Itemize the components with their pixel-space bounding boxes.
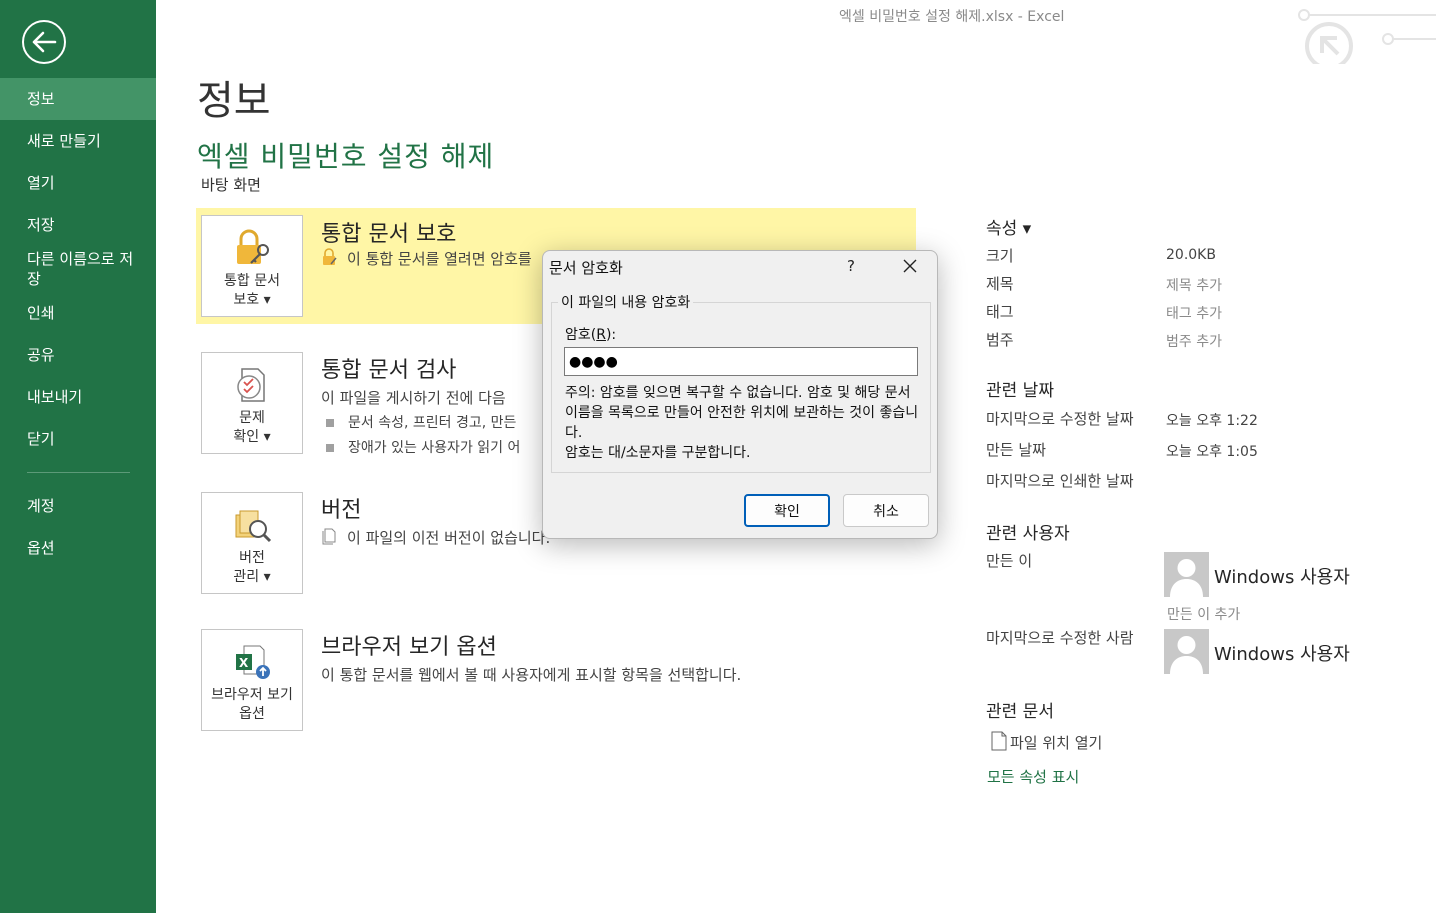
size-value: 20.0KB: [1166, 247, 1216, 263]
svg-text:X: X: [239, 656, 249, 670]
protect-workbook-button[interactable]: 통합 문서 보호 ▾: [201, 215, 303, 317]
encrypt-document-dialog: 문서 암호화 ? 이 파일의 내용 암호화 암호(R): 주의: 암호를 잊으면…: [542, 250, 938, 539]
versions-heading: 버전: [321, 498, 362, 523]
tags-value-field[interactable]: 태그 추가: [1166, 303, 1222, 323]
protect-workbook-heading: 통합 문서 보호: [321, 222, 457, 247]
page-title: 정보: [197, 78, 271, 124]
versions-desc: 이 파일의 이전 버전이 없습니다.: [321, 527, 550, 549]
add-author-field[interactable]: 만든 이 추가: [1167, 604, 1240, 624]
back-arrow-icon[interactable]: [22, 20, 66, 64]
sidebar-item-account[interactable]: 계정: [0, 485, 156, 527]
close-icon[interactable]: [895, 253, 925, 279]
last-printed-label: 마지막으로 인쇄한 날짜: [986, 472, 1134, 490]
document-title: 엑셀 비밀번호 설정 해제: [197, 140, 495, 173]
browser-view-section: X 브라우저 보기 옵션 브라우저 보기 옵션 이 통합 문서를 웹에서 볼 때…: [196, 621, 916, 741]
author-name: Windows 사용자: [1214, 567, 1350, 588]
password-label-accesskey: R: [596, 327, 606, 343]
inspect-bullet-2: 장애가 있는 사용자가 읽기 어: [326, 437, 520, 457]
check-issues-label: 문제 확인 ▾: [233, 410, 271, 445]
password-label: 암호(R):: [565, 324, 616, 344]
password-input[interactable]: [564, 347, 918, 376]
open-file-location-link[interactable]: 파일 위치 열기: [990, 731, 1102, 755]
manage-versions-button[interactable]: 버전 관리 ▾: [201, 492, 303, 594]
sidebar-item-export[interactable]: 내보내기: [0, 376, 156, 418]
manage-versions-label: 버전 관리 ▾: [233, 550, 271, 585]
document-icon: [321, 528, 339, 549]
checklist-icon: [230, 363, 274, 407]
author-label: 만든 이: [986, 552, 1033, 570]
created-label: 만든 날짜: [986, 441, 1046, 459]
sidebar-item-info[interactable]: 정보: [0, 78, 156, 120]
inspect-workbook-desc: 이 파일을 게시하기 전에 다음: [321, 389, 506, 407]
sidebar-item-open[interactable]: 열기: [0, 162, 156, 204]
excel-web-icon: X: [230, 640, 274, 684]
sidebar-item-share[interactable]: 공유: [0, 334, 156, 376]
password-label-suffix: ):: [605, 327, 617, 343]
created-value: 오늘 오후 1:05: [1166, 444, 1258, 460]
last-modified-by-name: Windows 사용자: [1214, 644, 1350, 665]
sidebar-item-save[interactable]: 저장: [0, 204, 156, 246]
lock-key-icon: [230, 226, 274, 270]
related-documents-heading: 관련 문서: [986, 702, 1054, 722]
password-label-prefix: 암호(: [565, 327, 597, 343]
tags-label: 태그: [986, 303, 1014, 321]
small-lock-icon: [321, 248, 339, 270]
sidebar-divider: [27, 472, 130, 473]
check-issues-button[interactable]: 문제 확인 ▾: [201, 352, 303, 454]
last-modified-by-avatar[interactable]: [1164, 629, 1209, 674]
size-label: 크기: [986, 247, 1014, 265]
title-value-field[interactable]: 제목 추가: [1166, 275, 1222, 295]
dialog-title: 문서 암호화: [549, 259, 623, 277]
browser-view-options-label: 브라우저 보기 옵션: [211, 687, 293, 722]
sidebar-item-close[interactable]: 닫기: [0, 418, 156, 460]
inspect-bullet-1: 문서 속성, 프린터 경고, 만든: [326, 412, 516, 432]
sidebar-item-new[interactable]: 새로 만들기: [0, 120, 156, 162]
password-warning-text: 주의: 암호를 잊으면 복구할 수 없습니다. 암호 및 해당 문서 이름을 목…: [565, 385, 919, 461]
ok-button[interactable]: 확인: [744, 494, 830, 527]
backstage-sidebar: 정보 새로 만들기 열기 저장 다른 이름으로 저장 인쇄 공유 내보내기 닫기…: [0, 0, 156, 913]
window-title: 엑셀 비밀번호 설정 해제.xlsx - Excel: [839, 9, 1065, 25]
last-modified-by-label: 마지막으로 수정한 사람: [986, 629, 1134, 647]
category-value-field[interactable]: 범주 추가: [1166, 331, 1222, 351]
sidebar-nav: 정보 새로 만들기 열기 저장 다른 이름으로 저장 인쇄 공유 내보내기 닫기…: [0, 78, 156, 569]
protect-workbook-label: 통합 문서 보호 ▾: [224, 273, 280, 308]
author-avatar[interactable]: [1164, 552, 1209, 597]
cancel-button[interactable]: 취소: [843, 494, 929, 527]
inspect-workbook-heading: 통합 문서 검사: [321, 358, 457, 383]
document-location: 바탕 화면: [201, 176, 261, 194]
title-label: 제목: [986, 275, 1014, 293]
sidebar-item-save-as[interactable]: 다른 이름으로 저장: [0, 246, 156, 292]
protect-workbook-desc-text: 이 통합 문서를 열려면 암호를: [347, 250, 532, 268]
browser-view-options-button[interactable]: X 브라우저 보기 옵션: [201, 629, 303, 731]
versions-desc-text: 이 파일의 이전 버전이 없습니다.: [347, 529, 551, 547]
browser-view-heading: 브라우저 보기 옵션: [321, 635, 497, 660]
help-button[interactable]: ?: [839, 253, 863, 279]
last-modified-label: 마지막으로 수정한 날짜: [986, 410, 1134, 428]
group-label: 이 파일의 내용 암호화: [558, 292, 694, 312]
circuit-decoration-icon: [1296, 6, 1436, 70]
related-dates-heading: 관련 날짜: [986, 381, 1054, 401]
show-all-properties-link[interactable]: 모든 속성 표시: [987, 766, 1079, 787]
open-file-location-text: 파일 위치 열기: [1010, 734, 1103, 752]
category-label: 범주: [986, 331, 1014, 349]
last-modified-value: 오늘 오후 1:22: [1166, 413, 1258, 429]
sidebar-item-options[interactable]: 옵션: [0, 527, 156, 569]
protect-workbook-desc: 이 통합 문서를 열려면 암호를: [321, 248, 532, 270]
related-people-heading: 관련 사용자: [986, 524, 1070, 544]
browser-view-desc: 이 통합 문서를 웹에서 볼 때 사용자에게 표시할 항목을 선택합니다.: [321, 666, 742, 684]
properties-dropdown[interactable]: 속성 ▾: [986, 214, 1031, 239]
sidebar-item-print[interactable]: 인쇄: [0, 292, 156, 334]
versions-icon: [230, 503, 274, 547]
encrypt-contents-group: 이 파일의 내용 암호화 암호(R): 주의: 암호를 잊으면 복구할 수 없습…: [551, 292, 931, 473]
file-icon: [990, 731, 1008, 755]
